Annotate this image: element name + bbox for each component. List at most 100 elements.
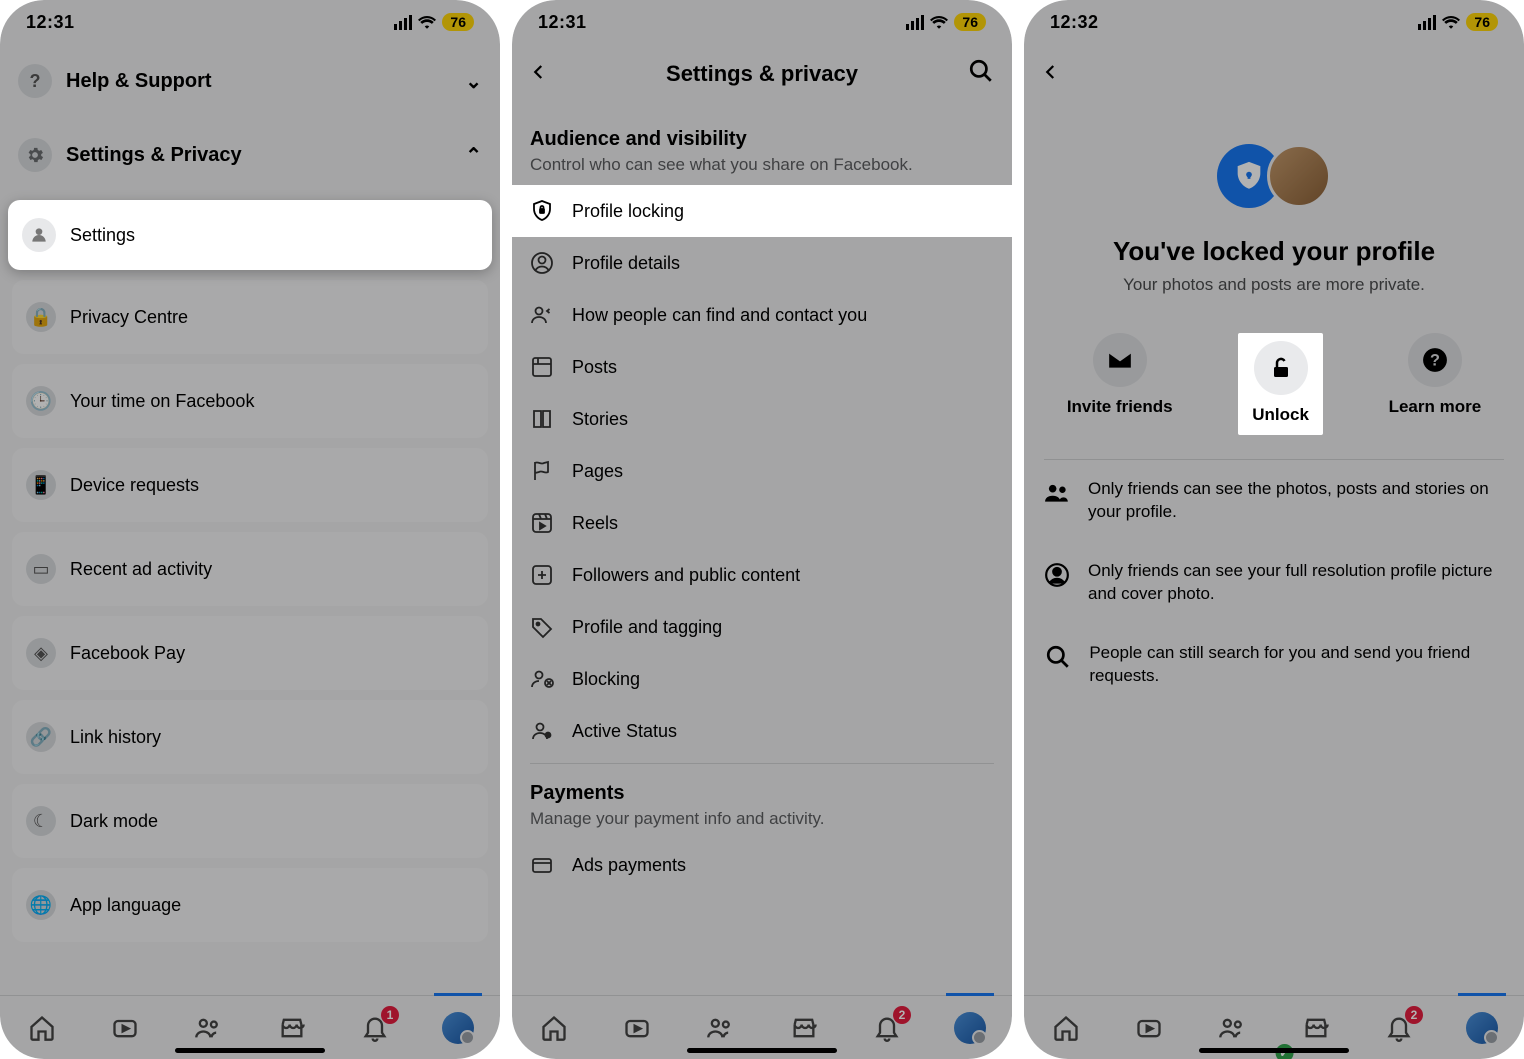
menu-row-help-support[interactable]: ? Help & Support ⌄ <box>0 44 500 118</box>
profile-lock-illustration: ✓ <box>1044 144 1504 208</box>
clock-icon: 🕒 <box>26 386 56 416</box>
profile-icon <box>530 251 554 275</box>
tab-notifications[interactable]: 2 <box>1381 1010 1417 1046</box>
section-header-payments: Payments Manage your payment info and ac… <box>512 764 1012 839</box>
tab-notifications[interactable]: 1 <box>357 1010 393 1046</box>
tab-menu-profile[interactable] <box>440 1010 476 1046</box>
profile-avatar <box>1267 144 1331 208</box>
signal-icon <box>906 15 924 30</box>
row-posts[interactable]: Posts <box>512 341 1012 393</box>
tab-marketplace[interactable] <box>786 1010 822 1046</box>
row-label: Followers and public content <box>572 565 800 586</box>
tab-menu-profile[interactable] <box>1464 1010 1500 1046</box>
header-bar <box>1024 44 1524 104</box>
action-label: Learn more <box>1389 397 1482 417</box>
tab-watch[interactable] <box>619 1010 655 1046</box>
status-time: 12:31 <box>26 12 75 33</box>
row-label: Stories <box>572 409 628 430</box>
row-ads-payments[interactable]: Ads payments <box>512 839 1012 879</box>
pay-icon: ◈ <box>26 638 56 668</box>
row-pages[interactable]: Pages <box>512 445 1012 497</box>
wifi-icon <box>1442 15 1460 29</box>
status-indicators: 76 <box>394 13 474 31</box>
action-unlock[interactable]: Unlock <box>1238 333 1323 435</box>
menu-row-link-history[interactable]: 🔗 Link history <box>12 700 488 774</box>
signal-icon <box>1418 15 1436 30</box>
tab-watch[interactable] <box>1131 1010 1167 1046</box>
menu-label: Privacy Centre <box>70 307 188 328</box>
menu-row-facebook-pay[interactable]: ◈ Facebook Pay <box>12 616 488 690</box>
wifi-icon <box>418 15 436 29</box>
question-icon: ? <box>18 64 52 98</box>
row-profile-tagging[interactable]: Profile and tagging <box>512 601 1012 653</box>
info-row-search: People can still search for you and send… <box>1024 624 1524 706</box>
menu-row-privacy-centre[interactable]: 🔒 Privacy Centre <box>12 280 488 354</box>
hero-section: ✓ You've locked your profile Your photos… <box>1024 104 1524 315</box>
notification-badge: 1 <box>381 1006 399 1024</box>
profile-avatar-icon <box>954 1012 986 1044</box>
info-text: People can still search for you and send… <box>1089 642 1504 688</box>
row-label: Ads payments <box>572 855 686 876</box>
back-button[interactable] <box>1042 63 1060 86</box>
tab-menu-profile[interactable] <box>952 1010 988 1046</box>
find-friends-icon <box>530 303 554 327</box>
menu-label: Settings <box>70 225 135 246</box>
tab-home[interactable] <box>24 1010 60 1046</box>
row-active-status[interactable]: Active Status <box>512 705 1012 757</box>
profile-icon <box>22 218 56 252</box>
action-label: Unlock <box>1252 405 1309 425</box>
tab-friends[interactable] <box>1214 1010 1250 1046</box>
row-followers[interactable]: Followers and public content <box>512 549 1012 601</box>
menu-row-settings[interactable]: Settings <box>8 200 492 270</box>
row-profile-details[interactable]: Profile details <box>512 237 1012 289</box>
row-reels[interactable]: Reels <box>512 497 1012 549</box>
menu-row-device-requests[interactable]: 📱 Device requests <box>12 448 488 522</box>
search-button[interactable] <box>968 58 994 90</box>
tab-home[interactable] <box>1048 1010 1084 1046</box>
action-learn-more[interactable]: ? Learn more <box>1389 333 1482 435</box>
menu-row-settings-privacy[interactable]: Settings & Privacy ⌃ <box>0 118 500 192</box>
row-label: Profile and tagging <box>572 617 722 638</box>
row-stories[interactable]: Stories <box>512 393 1012 445</box>
profile-avatar-icon <box>1466 1012 1498 1044</box>
menu-label: Settings & Privacy <box>66 144 242 167</box>
followers-icon <box>530 563 554 587</box>
tab-home[interactable] <box>536 1010 572 1046</box>
menu-row-recent-ad[interactable]: ▭ Recent ad activity <box>12 532 488 606</box>
status-indicators: 76 <box>906 13 986 31</box>
menu-row-dark-mode[interactable]: ☾ Dark mode <box>12 784 488 858</box>
locked-subtitle: Your photos and posts are more private. <box>1044 275 1504 295</box>
globe-icon: 🌐 <box>26 890 56 920</box>
row-find-contact[interactable]: How people can find and contact you <box>512 289 1012 341</box>
envelope-icon <box>1107 347 1133 373</box>
wifi-icon <box>930 15 948 29</box>
active-status-icon <box>530 719 554 743</box>
tab-marketplace[interactable] <box>1298 1010 1334 1046</box>
unlock-icon <box>1269 356 1293 380</box>
tab-friends[interactable] <box>190 1010 226 1046</box>
tab-friends[interactable] <box>702 1010 738 1046</box>
back-button[interactable] <box>530 60 548 88</box>
row-blocking[interactable]: Blocking <box>512 653 1012 705</box>
tab-notifications[interactable]: 2 <box>869 1010 905 1046</box>
signal-icon <box>394 15 412 30</box>
tag-icon <box>530 615 554 639</box>
menu-label: Your time on Facebook <box>70 391 254 412</box>
menu-row-app-language[interactable]: 🌐 App language <box>12 868 488 942</box>
screenshot-1-menu: 12:31 76 ? Help & Support ⌄ Settings & P… <box>0 0 500 1059</box>
screenshot-2-settings-privacy: 12:31 76 Settings & privacy Audience and… <box>512 0 1012 1059</box>
tab-marketplace[interactable] <box>274 1010 310 1046</box>
action-invite-friends[interactable]: Invite friends <box>1067 333 1173 435</box>
battery-indicator: 76 <box>442 13 474 31</box>
home-indicator <box>1199 1048 1349 1053</box>
menu-label: Facebook Pay <box>70 643 185 664</box>
row-profile-locking[interactable]: Profile locking <box>512 185 1012 237</box>
menu-row-your-time[interactable]: 🕒 Your time on Facebook <box>12 364 488 438</box>
row-label: Posts <box>572 357 617 378</box>
locked-title: You've locked your profile <box>1044 236 1504 267</box>
row-label: Profile details <box>572 253 680 274</box>
actions-row: Invite friends Unlock ? Learn more <box>1024 315 1524 459</box>
info-text: Only friends can see the photos, posts a… <box>1088 478 1504 524</box>
tab-watch[interactable] <box>107 1010 143 1046</box>
info-text: Only friends can see your full resolutio… <box>1088 560 1504 606</box>
